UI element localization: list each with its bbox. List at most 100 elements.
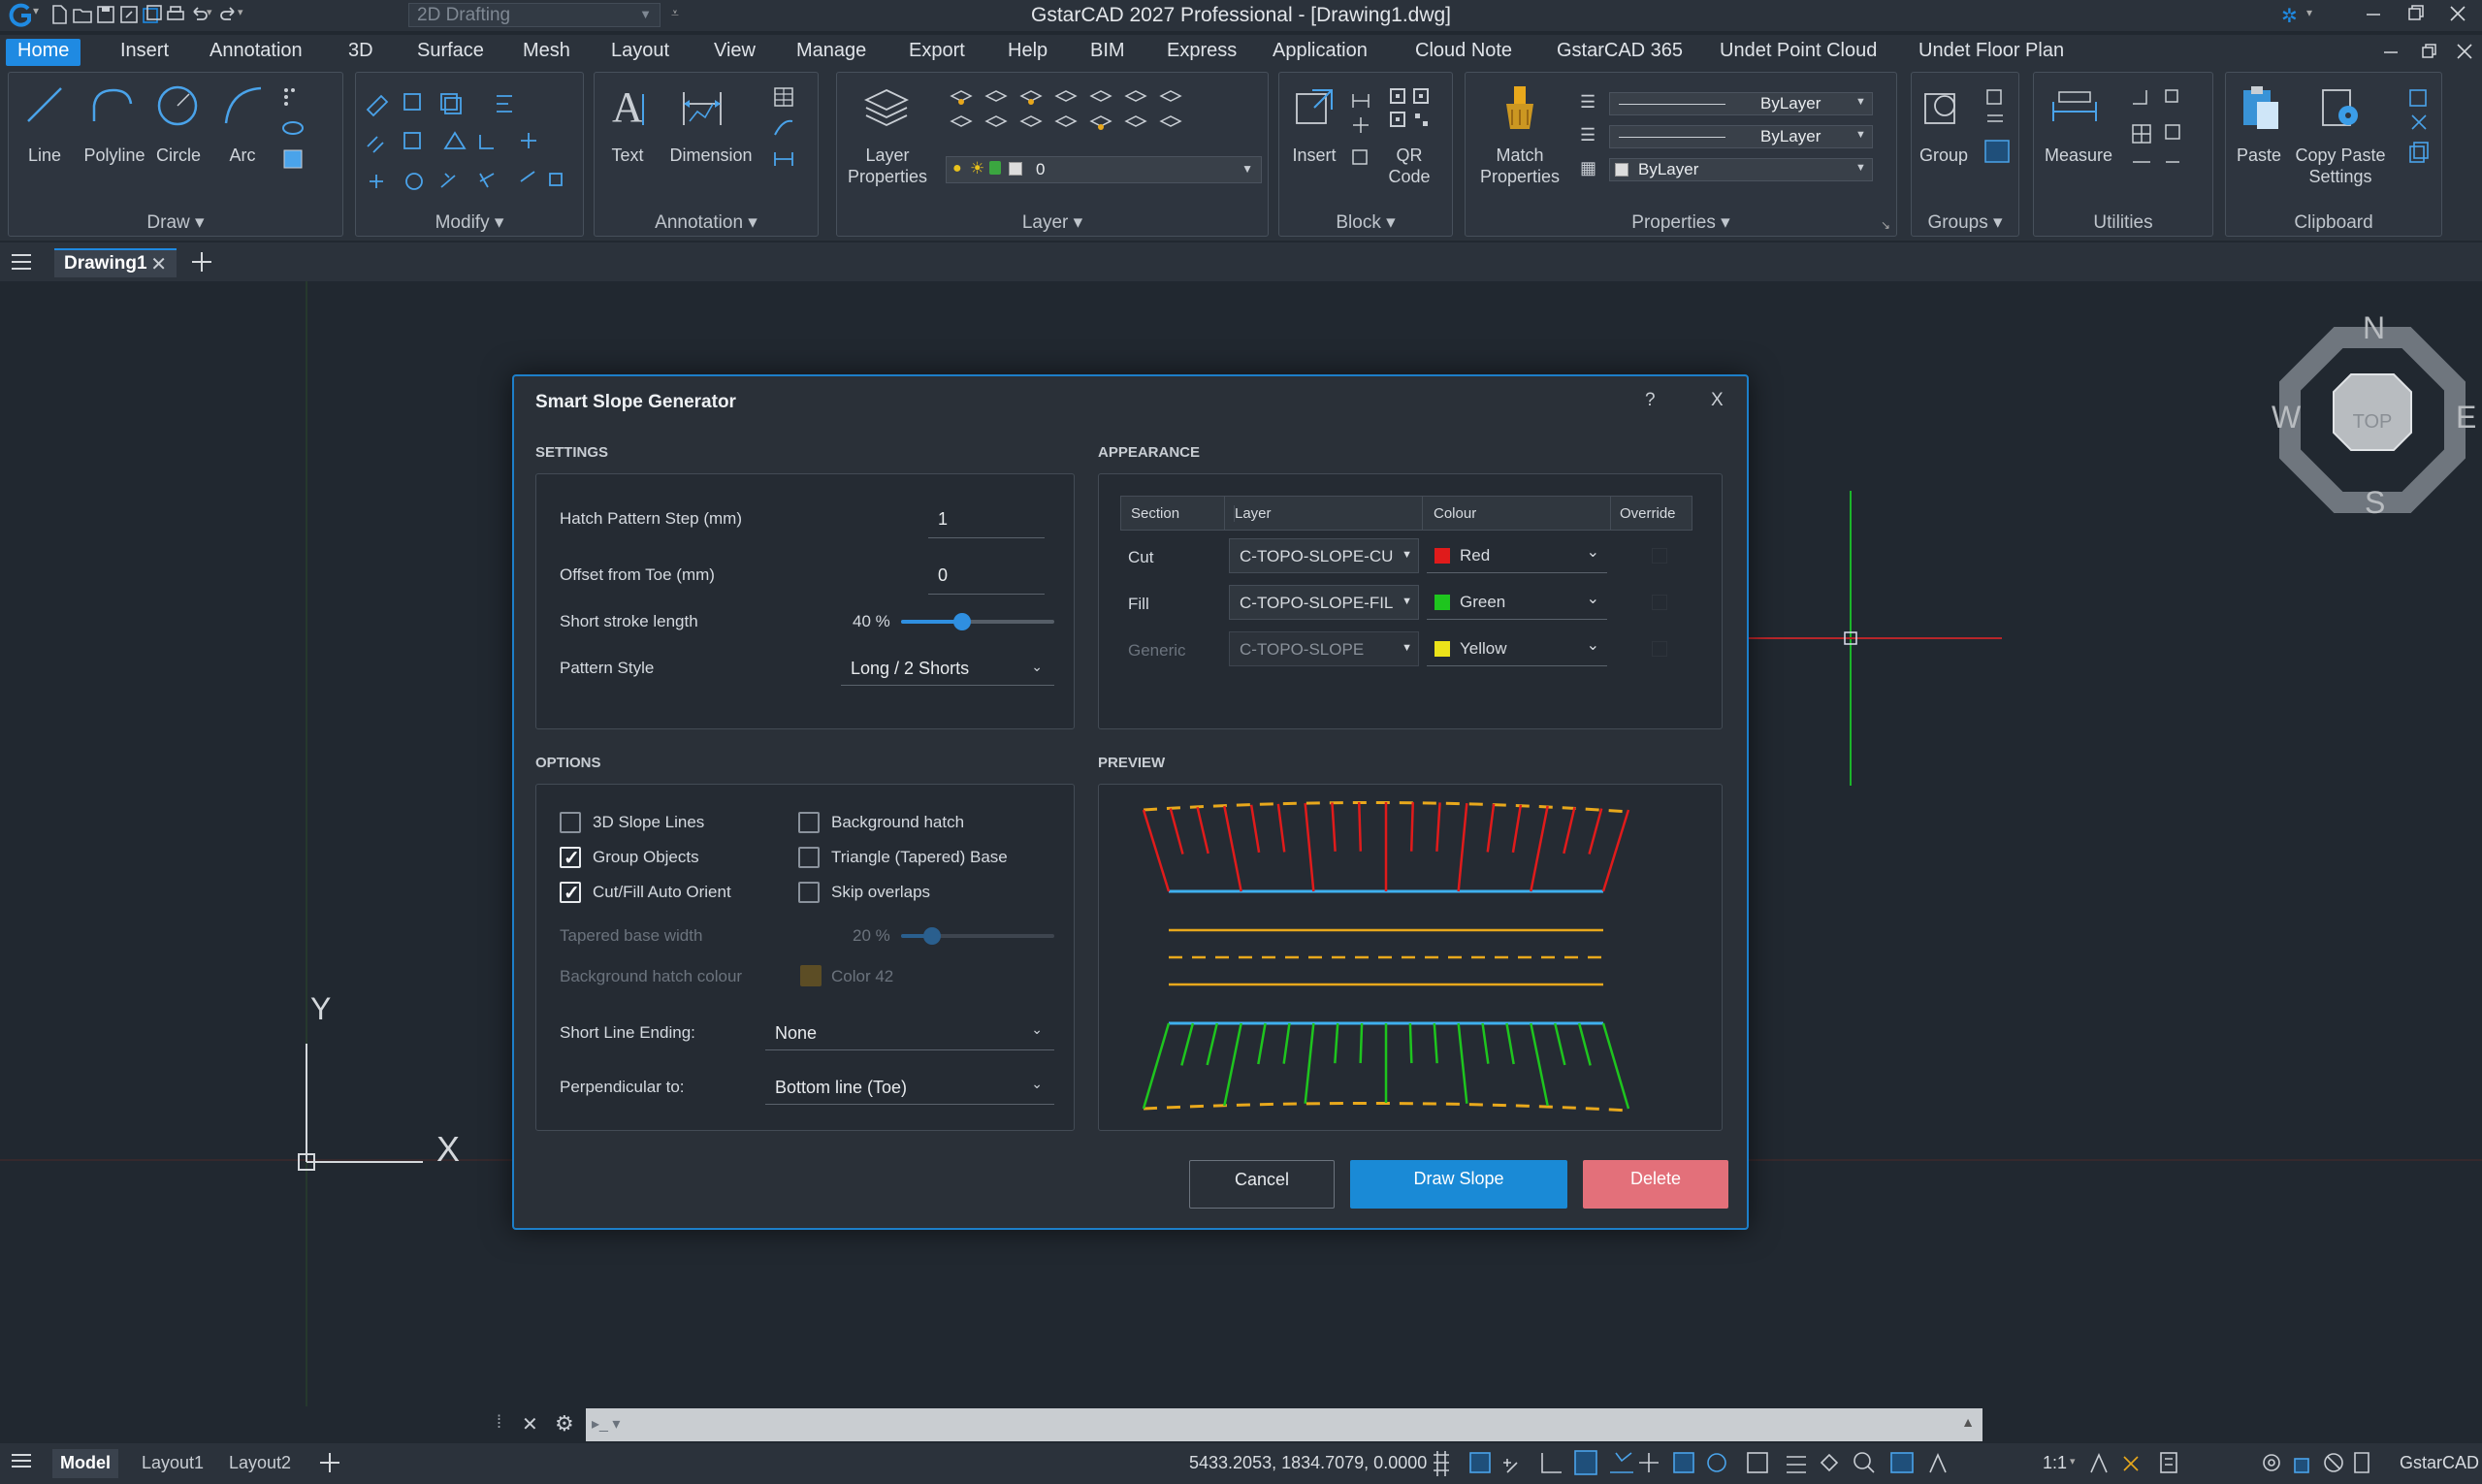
command-line-expand-icon[interactable]: ▲ — [1961, 1414, 1975, 1430]
short-stroke-slider-handle[interactable] — [953, 613, 972, 630]
dimension-tool-label[interactable]: Dimension — [664, 145, 757, 166]
table-tool-icon[interactable] — [773, 86, 793, 107]
match-properties-icon[interactable] — [1500, 84, 1539, 131]
generic-override-checkbox[interactable] — [1652, 641, 1667, 657]
close-tab-icon[interactable]: ✕ — [150, 252, 167, 276]
viewcube-east-label[interactable]: E — [2456, 400, 2476, 436]
qr-code-icon[interactable] — [1388, 86, 1431, 129]
annotation-panel-title[interactable]: Annotation ▾ — [595, 211, 818, 234]
insert-block-icon[interactable] — [1293, 86, 1338, 129]
background-hatch-label[interactable]: Background hatch — [831, 813, 964, 832]
status-toggle-icons[interactable] — [1430, 1449, 1973, 1478]
tab-mesh[interactable]: Mesh — [523, 39, 570, 66]
arc-tool-label[interactable]: Arc — [214, 145, 271, 166]
cut-fill-auto-orient-checkbox[interactable] — [560, 881, 581, 905]
viewcube-north-label[interactable]: N — [2363, 310, 2385, 346]
utility-tool-icons[interactable] — [2129, 86, 2207, 183]
color-select[interactable]: ☰ ByLayer ▼ — [1580, 92, 1888, 117]
close-window-button[interactable] — [2440, 0, 2475, 29]
tab-layout[interactable]: Layout — [611, 39, 669, 66]
lineweight-select[interactable]: ▦ ByLayer ▼ — [1580, 158, 1888, 183]
annotation-scale-chevron-icon[interactable]: ▾ — [2070, 1455, 2076, 1468]
layout2-tab[interactable]: Layout2 — [221, 1449, 299, 1478]
paste-label[interactable]: Paste — [2230, 145, 2288, 166]
viewcube[interactable]: N S W E TOP — [2266, 308, 2481, 532]
tab-undet-point-cloud[interactable]: Undet Point Cloud — [1720, 39, 1877, 66]
line-tool-label[interactable]: Line — [16, 145, 73, 166]
hatch-tool-icon[interactable] — [282, 148, 303, 169]
minimize-button[interactable] — [2355, 0, 2390, 29]
panel-launcher-icon[interactable]: ↘ — [1881, 218, 1890, 232]
layout-menu-icon[interactable] — [10, 1449, 33, 1472]
tapered-base-label[interactable]: Triangle (Tapered) Base — [831, 848, 1008, 867]
text-tool-label[interactable]: Text — [598, 145, 657, 166]
qr-code-label[interactable]: QR Code — [1380, 145, 1438, 187]
linetype-select[interactable]: ☰ ByLayer ▼ — [1580, 125, 1888, 150]
utilities-panel-title[interactable]: Utilities — [2034, 212, 2212, 234]
model-tab[interactable]: Model — [52, 1449, 118, 1478]
line-tool-icon[interactable] — [24, 84, 65, 125]
group-icon[interactable] — [1921, 86, 1964, 129]
fill-override-checkbox[interactable] — [1652, 595, 1667, 610]
command-line-grip-icon[interactable]: ⁞ — [497, 1412, 501, 1433]
group-objects-checkbox[interactable] — [560, 846, 581, 870]
layer-properties-icon[interactable] — [864, 86, 909, 129]
3d-slope-lines-checkbox[interactable] — [560, 812, 581, 833]
connect-chevron-icon[interactable]: ▾ — [2306, 6, 2312, 19]
copy-paste-settings-label[interactable]: Copy Paste Settings — [2290, 145, 2391, 187]
draw-slope-button[interactable]: Draw Slope — [1350, 1160, 1567, 1209]
copy-paste-settings-icon[interactable] — [2319, 82, 2362, 131]
short-line-ending-select[interactable]: None ⌄ — [765, 1016, 1054, 1050]
layer-panel-title[interactable]: Layer ▾ — [837, 211, 1268, 234]
offset-toe-input[interactable]: 0 — [928, 564, 1045, 595]
tab-insert[interactable]: Insert — [120, 39, 169, 66]
polyline-tool-label[interactable]: Polyline — [77, 145, 152, 166]
match-properties-label[interactable]: Match Properties — [1469, 145, 1570, 187]
modify-panel-title[interactable]: Modify ▾ — [356, 211, 583, 234]
tab-annotation[interactable]: Annotation — [210, 39, 303, 66]
paste-icon[interactable] — [2240, 82, 2282, 131]
skip-overlaps-label[interactable]: Skip overlaps — [831, 883, 930, 902]
viewcube-west-label[interactable]: W — [2272, 400, 2301, 436]
tab-express[interactable]: Express — [1167, 39, 1237, 66]
doc-restore-button[interactable] — [2419, 41, 2440, 62]
layout1-tab[interactable]: Layout1 — [134, 1449, 211, 1478]
connect-icon[interactable]: ✲ — [2281, 4, 2298, 28]
command-line-settings-icon[interactable]: ⚙ — [555, 1411, 574, 1436]
tapered-base-checkbox[interactable] — [798, 847, 820, 868]
ribbon-minimize-button[interactable] — [2380, 43, 2401, 62]
cut-colour-select[interactable]: Red ⌄ — [1427, 538, 1607, 573]
document-list-menu-icon[interactable] — [10, 250, 33, 274]
fill-colour-select[interactable]: Green ⌄ — [1427, 585, 1607, 620]
delete-button[interactable]: Delete — [1583, 1160, 1728, 1209]
tab-surface[interactable]: Surface — [417, 39, 484, 66]
point-tool-icon[interactable] — [282, 86, 302, 106]
new-tab-button[interactable] — [188, 248, 215, 275]
tab-application[interactable]: Application — [1273, 39, 1368, 66]
measure-icon[interactable] — [2051, 88, 2098, 127]
layer-select[interactable]: ● ☀ 0 ▼ — [946, 156, 1262, 183]
bg-hatch-colour-swatch[interactable] — [800, 965, 822, 986]
new-layout-button[interactable] — [316, 1449, 343, 1476]
tab-cloud-note[interactable]: Cloud Note — [1415, 39, 1512, 66]
tab-undet-floor-plan[interactable]: Undet Floor Plan — [1918, 39, 2064, 66]
clipboard-panel-title[interactable]: Clipboard — [2226, 212, 2441, 234]
modify-tools-icon[interactable] — [356, 73, 585, 199]
clipboard-mini-icons[interactable] — [2406, 86, 2435, 174]
circle-tool-icon[interactable] — [156, 84, 199, 127]
cut-layer-select[interactable]: C-TOPO-SLOPE-CUT ▼ — [1229, 538, 1419, 573]
draw-panel-title[interactable]: Draw ▾ — [9, 211, 342, 234]
cut-override-checkbox[interactable] — [1652, 548, 1667, 564]
group-label[interactable]: Group — [1916, 145, 1972, 166]
generic-layer-select[interactable]: C-TOPO-SLOPE ▼ — [1229, 631, 1419, 666]
help-button[interactable]: ? — [1645, 390, 1656, 411]
restore-button[interactable] — [2398, 0, 2433, 29]
tapered-width-slider-handle[interactable] — [922, 927, 941, 945]
group-objects-label[interactable]: Group Objects — [593, 848, 699, 867]
text-tool-icon[interactable]: A — [608, 82, 651, 131]
leader-tool-icon[interactable] — [773, 117, 793, 137]
tab-manage[interactable]: Manage — [796, 39, 866, 66]
tab-gstarcad-365[interactable]: GstarCAD 365 — [1557, 39, 1683, 66]
measure-label[interactable]: Measure — [2038, 145, 2119, 166]
block-edit-icons[interactable] — [1349, 90, 1372, 177]
